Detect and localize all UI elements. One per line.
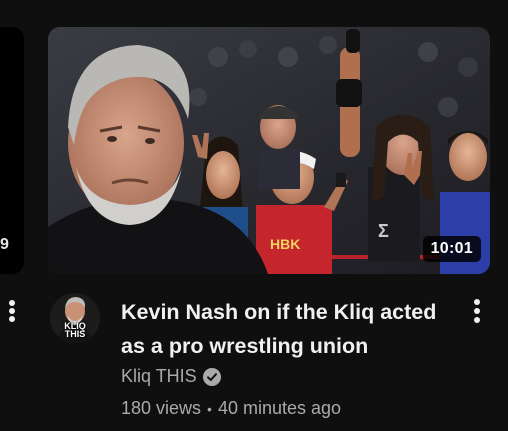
svg-text:Σ: Σ: [378, 221, 389, 241]
previous-video-more-icon[interactable]: [4, 296, 20, 326]
video-duration: 10:01: [422, 236, 481, 262]
channel-name[interactable]: Kliq THIS: [121, 366, 197, 387]
avatar-logo-line2: THIS: [64, 329, 86, 339]
video-title[interactable]: Kevin Nash on if the Kliq acted as a pro…: [121, 295, 461, 363]
video-grid: 9 Σ HBK 10:01 KLIQ THIS Kevin Nash on if…: [0, 0, 508, 431]
previous-video-duration: 9: [0, 236, 9, 253]
channel-row: Kliq THIS: [121, 366, 221, 387]
video-thumbnail[interactable]: Σ HBK 10:01: [48, 27, 490, 274]
more-vert-icon[interactable]: [466, 296, 488, 326]
channel-avatar[interactable]: KLIQ THIS: [50, 293, 100, 343]
meta-separator: •: [207, 401, 212, 417]
verified-check-icon: [202, 367, 221, 386]
upload-age: 40 minutes ago: [217, 398, 342, 418]
view-count: 180 views: [121, 398, 202, 418]
video-stats: 180 views • 40 minutes ago: [121, 398, 341, 420]
svg-text:HBK: HBK: [270, 236, 300, 252]
